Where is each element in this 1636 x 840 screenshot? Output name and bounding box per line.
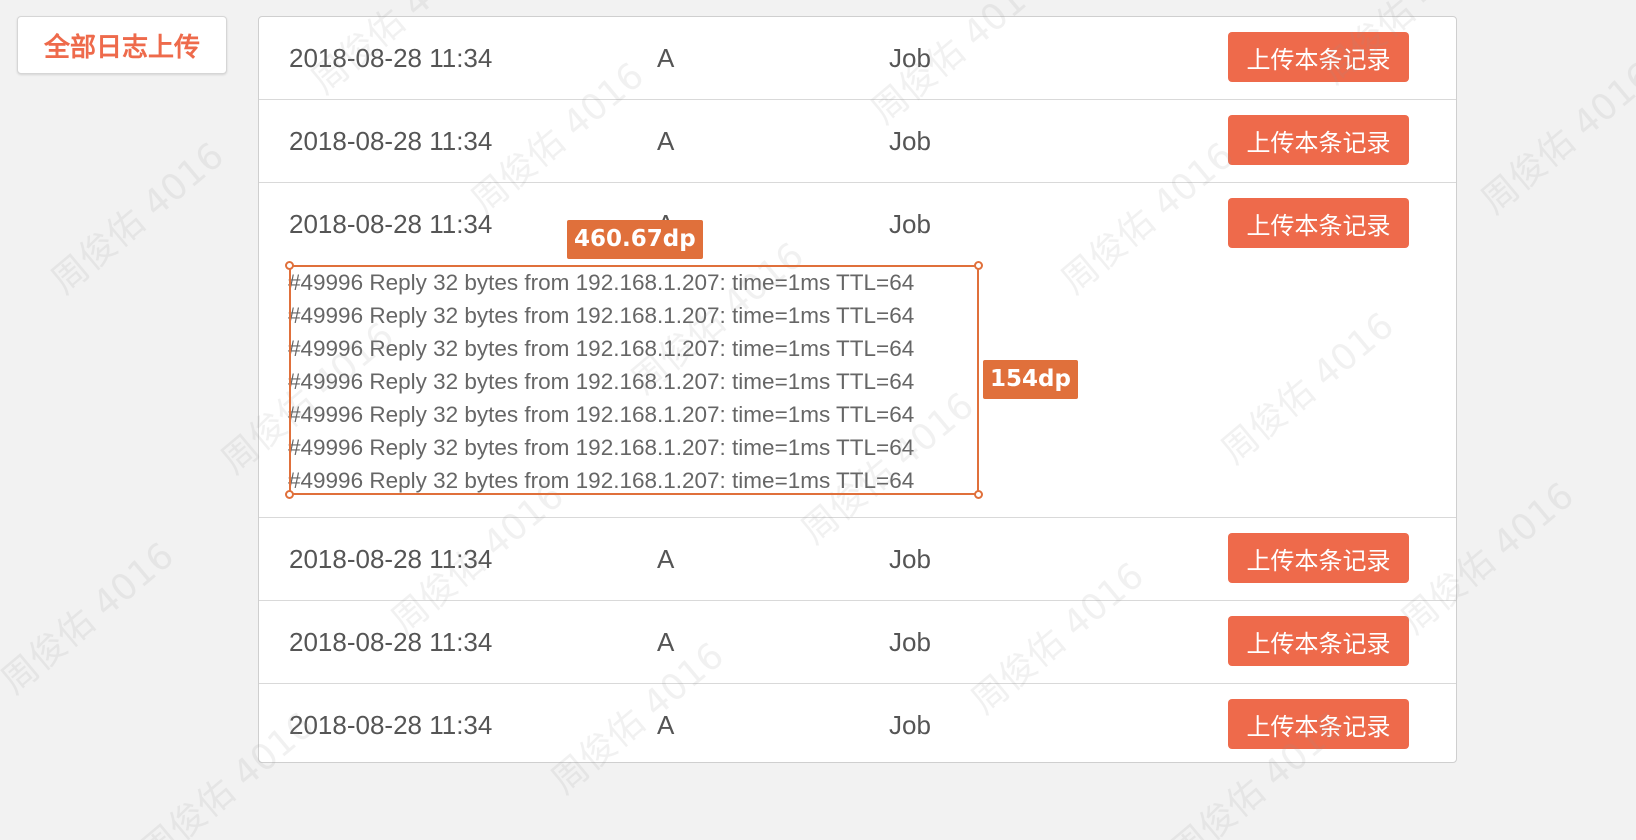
log-time: 2018-08-28 11:34 <box>289 209 493 239</box>
upload-record-button[interactable]: 上传本条记录 <box>1228 198 1409 248</box>
log-type: A <box>657 126 675 156</box>
watermark-text: 周俊佑 4016 <box>1473 55 1636 223</box>
log-job: Job <box>889 544 931 574</box>
table-row: 2018-08-28 11:34 A Job 上传本条记录 <box>259 601 1456 684</box>
measure-handle-top-left[interactable] <box>285 261 294 270</box>
log-type: A <box>657 627 675 657</box>
log-time: 2018-08-28 11:34 <box>289 710 493 740</box>
log-type: A <box>657 544 675 574</box>
log-time: 2018-08-28 11:34 <box>289 126 493 156</box>
upload-record-button[interactable]: 上传本条记录 <box>1228 533 1409 583</box>
log-time: 2018-08-28 11:34 <box>289 627 493 657</box>
measure-handle-top-right[interactable] <box>974 261 983 270</box>
watermark-text: 周俊佑 4016 <box>43 135 232 303</box>
measure-width-label: 460.67dp <box>567 220 703 259</box>
log-type: A <box>657 43 675 73</box>
upload-all-logs-button[interactable]: 全部日志上传 <box>17 16 227 74</box>
table-row: 2018-08-28 11:34 A Job 上传本条记录 <box>259 17 1456 100</box>
upload-record-button[interactable]: 上传本条记录 <box>1228 616 1409 666</box>
measure-selection-box <box>289 265 979 495</box>
upload-record-button[interactable]: 上传本条记录 <box>1228 115 1409 165</box>
measure-handle-bottom-left[interactable] <box>285 490 294 499</box>
log-type: A <box>657 710 675 740</box>
measure-handle-bottom-right[interactable] <box>974 490 983 499</box>
watermark-text: 周俊佑 4016 <box>0 535 182 703</box>
upload-record-button[interactable]: 上传本条记录 <box>1228 32 1409 82</box>
measure-height-label: 154dp <box>983 360 1078 399</box>
log-job: Job <box>889 710 931 740</box>
log-job: Job <box>889 209 931 239</box>
log-job: Job <box>889 126 931 156</box>
log-time: 2018-08-28 11:34 <box>289 544 493 574</box>
log-job: Job <box>889 43 931 73</box>
table-row: 2018-08-28 11:34 A Job 上传本条记录 <box>259 100 1456 183</box>
log-time: 2018-08-28 11:34 <box>289 43 493 73</box>
log-job: Job <box>889 627 931 657</box>
table-row: 2018-08-28 11:34 A Job 上传本条记录 <box>259 518 1456 601</box>
upload-record-button[interactable]: 上传本条记录 <box>1228 699 1409 749</box>
table-row: 2018-08-28 11:34 A Job 上传本条记录 <box>259 684 1456 767</box>
